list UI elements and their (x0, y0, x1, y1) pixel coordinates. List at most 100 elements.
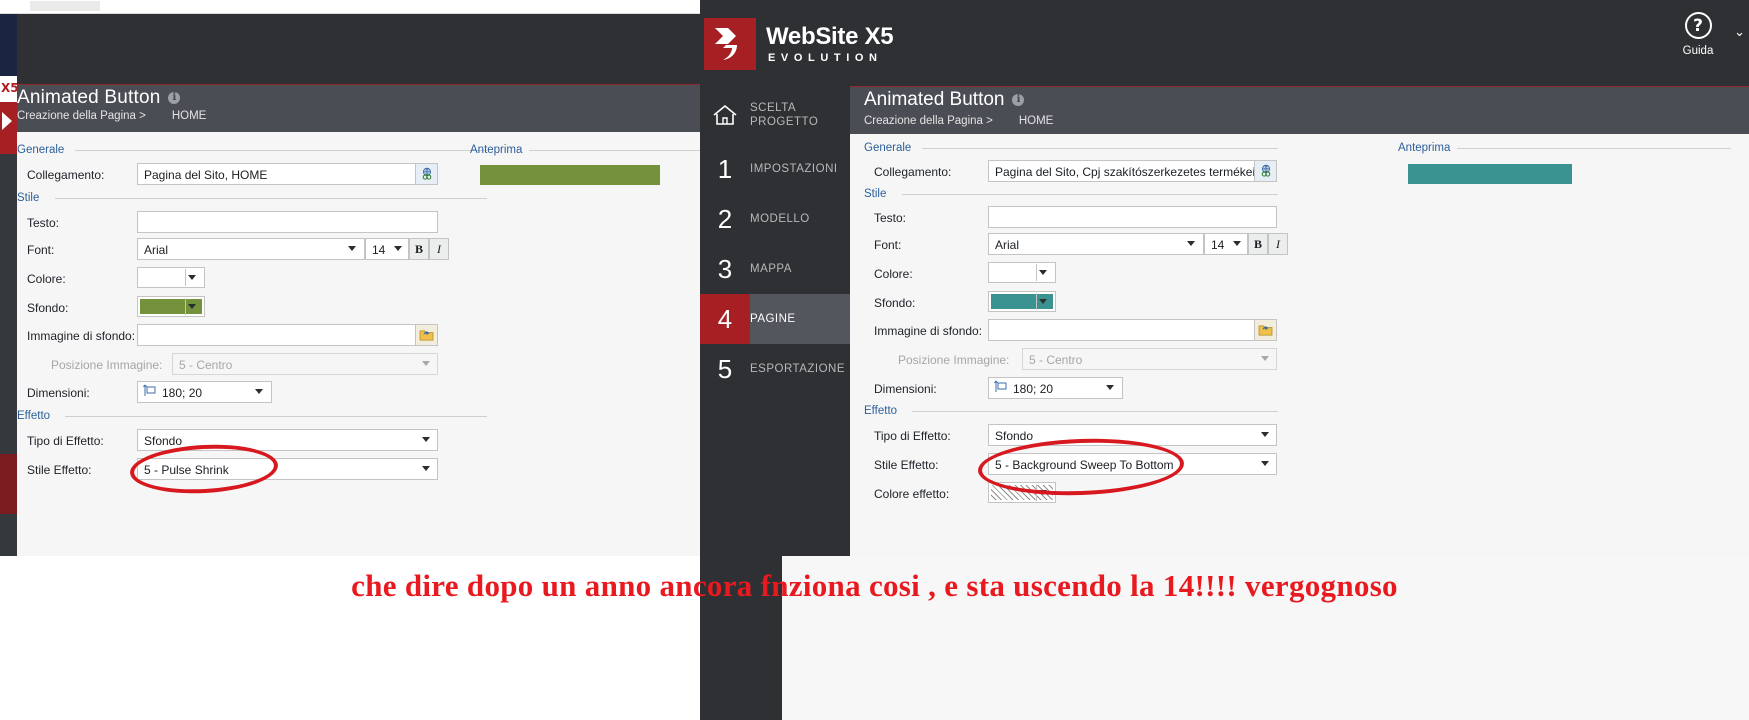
sidebar-item-label: ESPORTAZIONE (750, 363, 846, 375)
section-rule (902, 194, 1278, 195)
info-icon[interactable]: i (168, 91, 181, 104)
sidebar-item-scelta-progetto[interactable]: SCELTA PROGETTO (700, 86, 850, 144)
folder-open-glyph (419, 329, 434, 341)
dimensioni-select[interactable]: 180; 20 (988, 377, 1123, 399)
help-label: Guida (1682, 45, 1714, 57)
globe-link-icon[interactable] (1254, 160, 1277, 182)
section-rule (1457, 148, 1731, 149)
chevron-down-icon[interactable] (348, 246, 356, 251)
breadcrumb-parent[interactable]: Creazione della Pagina > (17, 110, 146, 122)
sidebar-item-label: PAGINE (750, 313, 796, 325)
help-button[interactable]: ? Guida (1669, 12, 1727, 57)
immagine-sfondo-input[interactable] (988, 319, 1258, 341)
app-toolbar-dark (17, 14, 700, 84)
chevron-down-icon[interactable] (1261, 461, 1269, 466)
sidebar-item-label: SCELTA PROGETTO (750, 101, 818, 129)
dimensioni-label: Dimensioni: (874, 382, 937, 396)
chevron-down-icon[interactable] (1261, 432, 1269, 437)
chevron-down-icon[interactable] (1233, 241, 1241, 246)
chevron-down-icon[interactable] (422, 466, 430, 471)
right-capture-bottom-fill (782, 556, 1749, 720)
testo-input[interactable] (988, 206, 1277, 228)
font-family-select[interactable]: Arial (137, 238, 365, 260)
resize-icon (142, 384, 156, 401)
page-header-left: Animated Button i Creazione della Pagina … (17, 84, 700, 132)
sidebar-item-label: IMPOSTAZIONI (750, 163, 838, 175)
font-label: Font: (27, 243, 55, 257)
sidebar-item-modello[interactable]: 2 MODELLO (700, 194, 850, 244)
colore-label: Colore: (27, 272, 66, 286)
chevron-down-icon[interactable]: ⌄ (1734, 24, 1745, 40)
font-size-select[interactable]: 14 (1204, 233, 1248, 255)
page-title: Animated Button i (17, 87, 181, 109)
folder-open-icon[interactable] (415, 324, 438, 346)
question-mark-icon[interactable]: ? (1684, 12, 1712, 39)
testo-label: Testo: (27, 216, 60, 230)
bold-button[interactable]: B (1248, 233, 1268, 255)
section-generale: Generale (17, 144, 65, 156)
dimensioni-select[interactable]: 180; 20 (137, 381, 272, 403)
sidebar-rail-upper (0, 154, 17, 454)
breadcrumb: Creazione della Pagina > HOME (17, 110, 206, 122)
preview-button (480, 165, 660, 185)
sidebar-item-number: 1 (717, 153, 733, 184)
section-rule (922, 148, 1278, 149)
chevron-down-icon[interactable] (188, 304, 196, 309)
chevron-down-icon[interactable] (1106, 385, 1114, 390)
browser-toolbar-fragment (30, 1, 390, 11)
immagine-sfondo-input[interactable] (137, 324, 420, 346)
font-size-select[interactable]: 14 (365, 238, 409, 260)
posizione-immagine-label: Posizione Immagine: (898, 353, 1010, 367)
section-rule (65, 416, 487, 417)
section-anteprima: Anteprima (1398, 142, 1451, 154)
colore-effetto-label: Colore effetto: (874, 487, 950, 501)
testo-input[interactable] (137, 211, 438, 233)
folder-open-icon[interactable] (1254, 319, 1277, 341)
chevron-down-icon[interactable] (1039, 270, 1047, 275)
collegamento-label: Collegamento: (874, 165, 952, 179)
posizione-immagine-select: 5 - Centro (172, 353, 438, 375)
resize-glyph (994, 380, 1007, 392)
os-window-chrome-strip (0, 0, 700, 14)
chevron-down-icon[interactable] (1187, 241, 1195, 246)
chevron-down-icon[interactable] (188, 275, 196, 280)
section-rule (912, 411, 1278, 412)
breadcrumb-current[interactable]: HOME (1019, 115, 1054, 127)
sidebar-item-impostazioni[interactable]: 1 IMPOSTAZIONI (700, 144, 850, 194)
chevron-down-icon[interactable] (255, 389, 263, 394)
sidebar-item-number: 4 (700, 294, 750, 344)
sidebar-item-pagine[interactable]: 4 PAGINE (700, 294, 850, 344)
breadcrumb-parent[interactable]: Creazione della Pagina > (864, 115, 993, 127)
globe-link-icon[interactable] (415, 163, 438, 185)
app-titlebar: WebSite X5 EVOLUTION ? Guida ⌄ (700, 0, 1749, 86)
chevron-down-icon (422, 361, 430, 366)
bold-button[interactable]: B (409, 238, 429, 260)
swatch-divider (185, 269, 186, 286)
x5-logo-icon: X5 (0, 76, 19, 102)
section-effetto: Effetto (17, 410, 51, 422)
sidebar-item-number: 3 (717, 253, 733, 284)
section-effetto: Effetto (864, 405, 898, 417)
left-capture-bottom-fill (0, 556, 700, 720)
page-title-text: Animated Button (17, 87, 161, 108)
collegamento-input[interactable]: Pagina del Sito, Cpj szakítószerkezetes … (988, 160, 1258, 182)
sidebar-item-mappa[interactable]: 3 MAPPA (700, 244, 850, 294)
sidebar-item-label: MODELLO (750, 213, 810, 225)
stile-effetto-label: Stile Effetto: (874, 458, 939, 472)
breadcrumb-current[interactable]: HOME (172, 110, 207, 122)
chevron-down-icon[interactable] (422, 437, 430, 442)
section-stile: Stile (864, 188, 887, 200)
swatch-divider (185, 298, 186, 315)
sidebar-accent-block (0, 102, 17, 154)
info-icon[interactable]: i (1012, 93, 1025, 106)
chevron-down-icon[interactable] (1039, 299, 1047, 304)
sidebar-item-esportazione[interactable]: 5 ESPORTAZIONE (700, 344, 850, 394)
collegamento-input[interactable]: Pagina del Sito, HOME (137, 163, 420, 185)
italic-button[interactable]: I (429, 238, 449, 260)
font-family-select[interactable]: Arial (988, 233, 1204, 255)
home-icon (700, 103, 750, 127)
italic-button[interactable]: I (1268, 233, 1288, 255)
sidebar-rail-active (0, 454, 17, 514)
chevron-down-icon[interactable] (394, 246, 402, 251)
sidebar-item-label-line2: PROGETTO (750, 116, 819, 128)
